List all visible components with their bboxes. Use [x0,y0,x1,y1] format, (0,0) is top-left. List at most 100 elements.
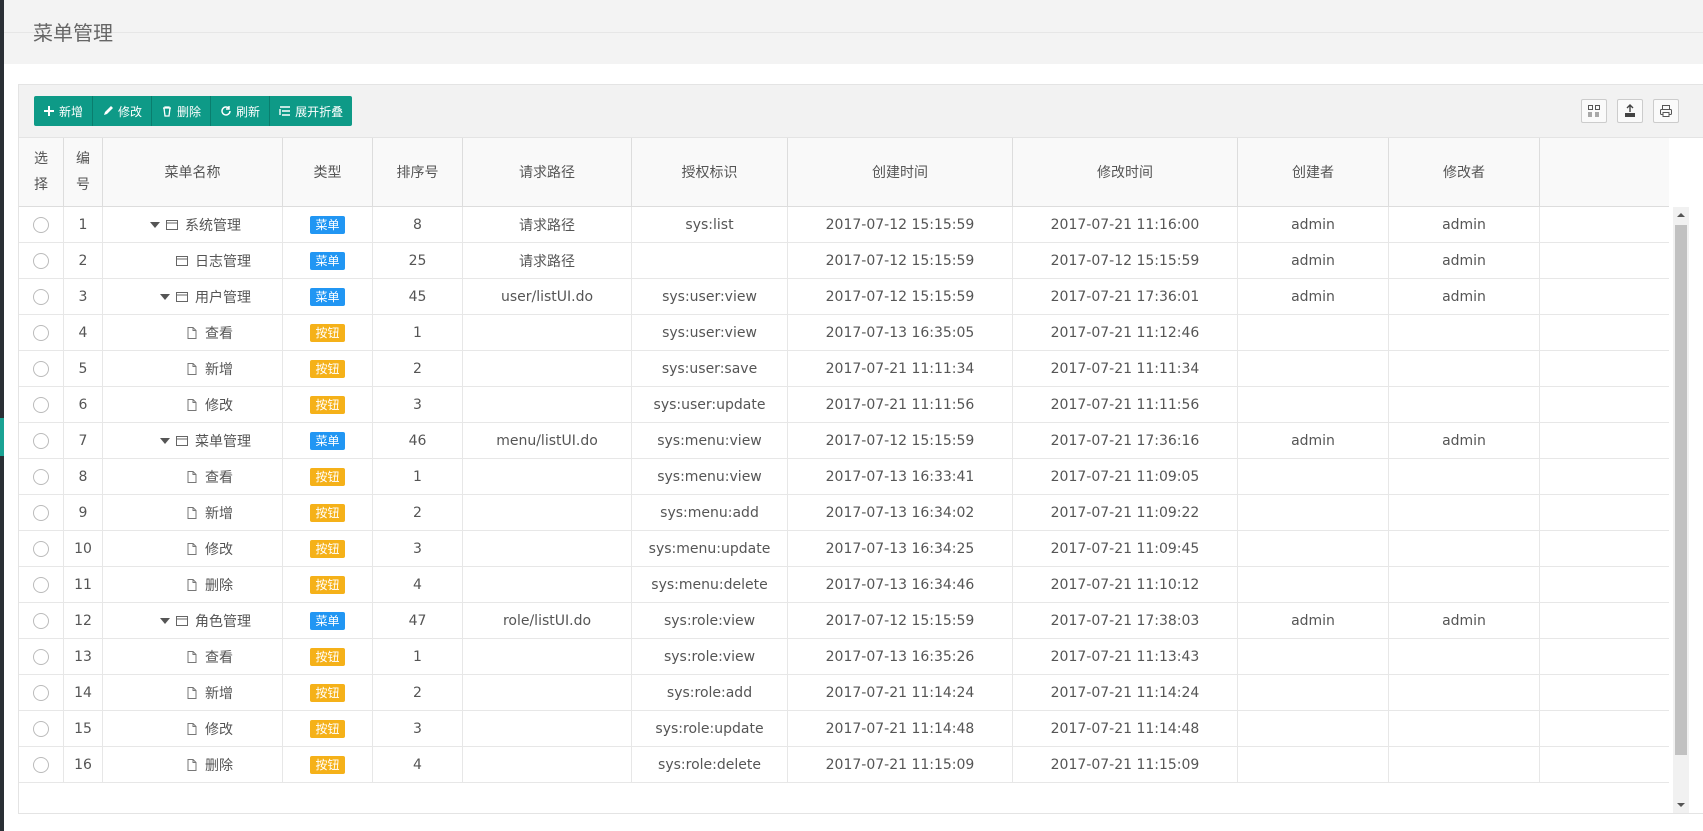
created-time-column-value: 2017-07-21 11:14:24 [825,684,975,701]
scroll-down-arrow[interactable] [1673,797,1689,813]
sort-column-value: 8 [413,216,422,233]
row-select-radio[interactable] [33,720,49,737]
edit-button[interactable]: 修改 [93,96,153,126]
file-icon [185,650,199,664]
menu-type-badge: 菜单 [310,251,345,270]
tree-collapse-caret-icon[interactable] [159,291,171,303]
row-select-radio[interactable] [33,288,49,305]
row-select-radio[interactable] [33,684,49,701]
file-icon [185,362,199,376]
id-column-cell: 4 [64,315,103,350]
table-row[interactable]: 4 查看 按钮 1 sys:user:view 2017-07-13 16:35:05 20… [19,315,1669,351]
table-row[interactable]: 15 修改 按钮 3 sys:role:update 2017-07-21 11:14:4… [19,711,1669,747]
creator-column-cell [1238,675,1389,710]
export-button[interactable] [1617,99,1643,123]
permission-column-value: sys:user:view [662,324,757,341]
url-column-cell: 请求路径 [463,243,632,278]
table-row[interactable]: 10 修改 按钮 3 sys:menu:update 2017-07-13 16:34:2… [19,531,1669,567]
row-select-radio[interactable] [33,504,49,521]
columns-button[interactable] [1581,99,1607,123]
print-icon [1660,105,1672,117]
sort-column-cell: 4 [373,747,463,782]
url-column-value: user/listUI.do [500,288,594,305]
permission-column-value: sys:role:add [666,684,753,701]
tree-collapse-caret-icon[interactable] [159,615,171,627]
modified-time-column-value: 2017-07-21 11:13:43 [1050,648,1200,665]
row-select-radio[interactable] [33,612,49,629]
select-column-cell [19,567,64,602]
table-row[interactable]: 1 系统管理 菜单 8 请求路径 sys:list 2017-07-12 15:15:59 2… [19,207,1669,243]
table-row[interactable]: 16 删除 按钮 4 sys:role:delete 2017-07-21 11:15:0… [19,747,1669,783]
table-row[interactable]: 8 查看 按钮 1 sys:menu:view 2017-07-13 16:33:41 20… [19,459,1669,495]
row-select-radio[interactable] [33,324,49,341]
type-column-header-label: 类型 [313,165,342,181]
created-time-column-value: 2017-07-12 15:15:59 [825,612,975,629]
row-select-radio[interactable] [33,432,49,449]
created-time-column-value: 2017-07-13 16:35:26 [825,648,975,665]
table-row[interactable]: 13 查看 按钮 1 sys:role:view 2017-07-13 16:35:26 2… [19,639,1669,675]
permission-column-cell: sys:role:view [632,639,788,674]
table-row[interactable]: 6 修改 按钮 3 sys:user:update 2017-07-21 11:11:56… [19,387,1669,423]
left-sidebar-edge [0,0,4,831]
row-select-radio[interactable] [33,396,49,413]
type-column-cell: 按钮 [283,675,373,710]
creator-column-cell [1238,747,1389,782]
table-row[interactable]: 12 角色管理 菜单 47 role/listUI.do sys:role:view 201… [19,603,1669,639]
caret-up-icon [1677,213,1685,217]
button-type-badge: 按钮 [310,719,345,738]
add-button[interactable]: 新增 [34,96,94,126]
row-select-radio[interactable] [33,576,49,593]
type-column-cell: 按钮 [283,495,373,530]
export-icon [1625,104,1635,117]
id-column-cell: 1 [64,207,103,242]
id-column-value: 12 [74,612,92,629]
table-row[interactable]: 9 新增 按钮 2 sys:menu:add 2017-07-13 16:34:02 201… [19,495,1669,531]
modified-time-column-cell: 2017-07-12 15:15:59 [1013,243,1238,278]
left-sidebar-active-marker [0,418,4,456]
menu-name-column-cell: 查看 [103,315,283,350]
scrollbar-thumb[interactable] [1675,225,1687,755]
print-button[interactable] [1653,99,1679,123]
type-column-cell: 按钮 [283,711,373,746]
row-select-radio[interactable] [33,648,49,665]
row-select-radio[interactable] [33,756,49,773]
permission-column-cell: sys:user:view [632,279,788,314]
menu-name-label: 修改 [205,721,233,738]
table-row[interactable]: 2 日志管理 菜单 25 请求路径 2017-07-12 15:15:59 2017-07-… [19,243,1669,279]
refresh-button[interactable]: 刷新 [211,96,271,126]
expand-collapse-button-label: 展开折叠 [295,104,344,119]
table-row[interactable]: 3 用户管理 菜单 45 user/listUI.do sys:user:view 2017… [19,279,1669,315]
scroll-up-arrow[interactable] [1673,207,1689,223]
table-row[interactable]: 11 删除 按钮 4 sys:menu:delete 2017-07-13 16:34:4… [19,567,1669,603]
table-row[interactable]: 14 新增 按钮 2 sys:role:add 2017-07-21 11:14:24 20… [19,675,1669,711]
permission-column-value: sys:role:update [655,720,764,737]
tree-list-icon [279,106,291,116]
sort-column-value: 4 [413,756,422,773]
type-column-cell: 菜单 [283,423,373,458]
vertical-scrollbar[interactable] [1673,207,1689,813]
row-select-radio[interactable] [33,216,49,233]
expand-collapse-button[interactable]: 展开折叠 [270,96,353,126]
created-time-column-cell: 2017-07-21 11:11:56 [788,387,1013,422]
row-select-radio[interactable] [33,540,49,557]
row-select-radio[interactable] [33,252,49,269]
tree-collapse-caret-icon[interactable] [159,435,171,447]
row-select-radio[interactable] [33,468,49,485]
table-row[interactable]: 7 菜单管理 菜单 46 menu/listUI.do sys:menu:view 2017… [19,423,1669,459]
tree-collapse-caret-icon[interactable] [149,219,161,231]
delete-button[interactable]: 删除 [152,96,212,126]
sort-column-cell: 25 [373,243,463,278]
row-select-radio[interactable] [33,360,49,377]
created-time-column-value: 2017-07-13 16:34:02 [825,504,975,521]
table-row[interactable]: 5 新增 按钮 2 sys:user:save 2017-07-21 11:11:34 20… [19,351,1669,387]
modifier-column-value: admin [1442,432,1486,449]
permission-column-cell: sys:user:update [632,387,788,422]
type-column-cell: 按钮 [283,747,373,782]
url-column-cell: 请求路径 [463,207,632,242]
select-column-cell [19,315,64,350]
menu-name-column-header-label: 菜单名称 [164,165,221,181]
modified-time-column-cell: 2017-07-21 11:13:43 [1013,639,1238,674]
modified-time-column-cell: 2017-07-21 11:15:09 [1013,747,1238,782]
menu-name-label: 日志管理 [195,253,251,270]
created-time-column-header-label: 创建时间 [872,165,928,181]
